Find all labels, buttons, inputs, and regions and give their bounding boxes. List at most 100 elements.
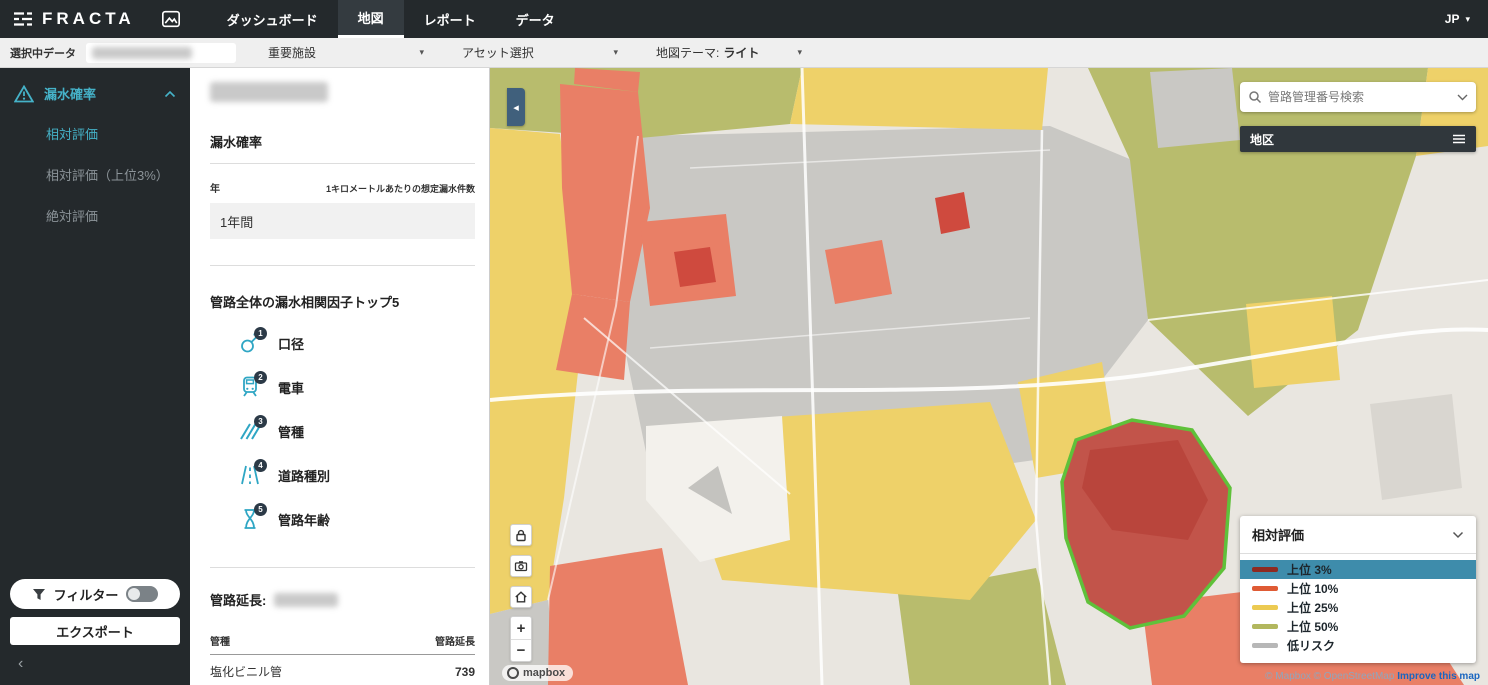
app-root: FRACTA ダッシュボード 地図 レポート データ JP ▾ 選択中データ 重… bbox=[0, 0, 1488, 685]
chevron-down-icon[interactable] bbox=[1457, 94, 1468, 101]
top-nav: FRACTA ダッシュボード 地図 レポート データ JP ▾ bbox=[0, 0, 1488, 38]
pipe-table-header: 管種 管路延長 bbox=[210, 633, 475, 655]
legend-item-lowrisk[interactable]: 低リスク bbox=[1240, 636, 1476, 655]
facility-dropdown[interactable]: 重要施設 ▾ bbox=[262, 44, 430, 61]
chevron-down-icon: ▾ bbox=[419, 48, 424, 57]
legend-item-top10[interactable]: 上位 10% bbox=[1240, 579, 1476, 598]
district-label: 地区 bbox=[1250, 131, 1274, 148]
legend-item-top3[interactable]: 上位 3% bbox=[1240, 560, 1476, 579]
locale-label: JP bbox=[1445, 12, 1460, 26]
chevron-down-icon: ▾ bbox=[613, 48, 618, 57]
image-button[interactable] bbox=[149, 0, 193, 38]
zoom-out-button[interactable]: − bbox=[511, 639, 531, 661]
nav-dashboard[interactable]: ダッシュボード bbox=[207, 0, 338, 38]
improve-map-link[interactable]: Improve this map bbox=[1397, 671, 1480, 682]
filter-button[interactable]: フィルター bbox=[10, 579, 180, 609]
pipe-length-column-header: 管路延長 bbox=[435, 633, 475, 648]
table-row[interactable]: 塩化ビニル管 739 bbox=[210, 655, 475, 685]
sidebar-item-leak-probability[interactable]: 漏水確率 bbox=[0, 68, 190, 113]
lock-button[interactable] bbox=[510, 524, 532, 546]
district-selector[interactable]: 地区 bbox=[1240, 126, 1476, 152]
table-row[interactable]: 1年間 bbox=[210, 203, 475, 239]
divider bbox=[210, 567, 475, 568]
data-toolbar: 選択中データ 重要施設 ▾ アセット選択 ▾ 地図テーマ: ライト ▾ bbox=[0, 38, 1488, 68]
filter-funnel-icon bbox=[32, 588, 46, 601]
lock-icon bbox=[514, 528, 528, 542]
pipe-length-title: 管路延長: bbox=[210, 590, 475, 609]
list-item-diameter: 1 口径 bbox=[210, 321, 475, 365]
divider bbox=[210, 265, 475, 266]
info-panel: 漏水確率 年 1キロメートルあたりの想定漏水件数 1年間 管路全体の漏水相関因子… bbox=[190, 68, 490, 685]
legend-header[interactable]: 相対評価 bbox=[1240, 516, 1476, 554]
mapbox-logo[interactable]: mapbox bbox=[502, 665, 573, 681]
year-column-header: 年 bbox=[210, 180, 220, 195]
brand-name: FRACTA bbox=[42, 9, 135, 29]
factor-list: 1 口径 2 電車 bbox=[210, 321, 475, 541]
sidebar-item-absolute-eval[interactable]: 絶対評価 bbox=[0, 195, 190, 236]
leak-probability-title: 漏水確率 bbox=[210, 132, 475, 164]
theme-label: 地図テーマ: bbox=[656, 44, 719, 61]
legend-swatch bbox=[1252, 567, 1278, 572]
asset-dropdown[interactable]: アセット選択 ▾ bbox=[456, 44, 624, 61]
image-icon bbox=[161, 10, 181, 28]
zoom-controls: + − bbox=[510, 616, 532, 662]
map-attribution: © Mapbox © OpenStreetMap Improve this ma… bbox=[1265, 671, 1480, 682]
chevron-down-icon bbox=[1452, 531, 1464, 539]
screenshot-button[interactable] bbox=[510, 555, 532, 577]
legend-swatch bbox=[1252, 624, 1278, 629]
factors-title: 管路全体の漏水相関因子トップ5 bbox=[210, 292, 475, 311]
mapbox-icon bbox=[507, 667, 519, 679]
nav-data[interactable]: データ bbox=[496, 0, 575, 38]
pipe-type-column-header: 管種 bbox=[210, 633, 230, 648]
export-button[interactable]: エクスポート bbox=[10, 617, 180, 645]
locale-selector[interactable]: JP ▾ bbox=[1427, 0, 1488, 38]
rank-badge: 5 bbox=[254, 503, 267, 516]
rank-badge: 3 bbox=[254, 415, 267, 428]
fracta-logo-icon bbox=[14, 11, 32, 27]
pipe-search-box bbox=[1240, 82, 1476, 112]
filter-toggle[interactable] bbox=[126, 586, 158, 602]
nav-map[interactable]: 地図 bbox=[338, 0, 404, 38]
legend-swatch bbox=[1252, 586, 1278, 591]
list-item-pipe-type: 3 管種 bbox=[210, 409, 475, 453]
camera-icon bbox=[514, 559, 528, 573]
search-input[interactable] bbox=[1268, 90, 1451, 104]
per-km-column-header: 1キロメートルあたりの想定漏水件数 bbox=[326, 182, 475, 195]
rank-badge: 2 bbox=[254, 371, 267, 384]
redacted-value bbox=[92, 47, 192, 59]
sidebar: 漏水確率 相対評価 相対評価（上位3%） 絶対評価 フィルター エクスポート ‹ bbox=[0, 68, 190, 685]
legend-swatch bbox=[1252, 605, 1278, 610]
nav-report[interactable]: レポート bbox=[404, 0, 496, 38]
search-icon bbox=[1248, 90, 1262, 104]
leak-table-header: 年 1キロメートルあたりの想定漏水件数 bbox=[210, 180, 475, 195]
chevron-down-icon: ▾ bbox=[797, 48, 802, 57]
legend-panel: 相対評価 上位 3% 上位 10% 上位 25% bbox=[1240, 516, 1476, 663]
sidebar-leak-label: 漏水確率 bbox=[44, 84, 154, 103]
list-item-pipe-age: 5 管路年齢 bbox=[210, 497, 475, 541]
year-value: 1年間 bbox=[220, 212, 253, 231]
list-item-road-type: 4 道路種別 bbox=[210, 453, 475, 497]
sidebar-collapse-chevron[interactable]: ‹ bbox=[0, 645, 190, 685]
pipe-type-cell: 塩化ビニル管 bbox=[210, 663, 282, 680]
menu-icon bbox=[1452, 134, 1466, 144]
chevron-up-icon bbox=[164, 90, 176, 98]
pipe-length-cell: 739 bbox=[455, 665, 475, 679]
chevron-down-icon: ▾ bbox=[1465, 15, 1470, 24]
main-nav: ダッシュボード 地図 レポート データ bbox=[207, 0, 575, 38]
legend-title: 相対評価 bbox=[1252, 525, 1304, 544]
list-item-train: 2 電車 bbox=[210, 365, 475, 409]
selected-data-dropdown[interactable] bbox=[86, 43, 236, 63]
home-button[interactable] bbox=[510, 586, 532, 608]
rank-badge: 4 bbox=[254, 459, 267, 472]
map-canvas[interactable]: ◂ + − bbox=[490, 68, 1488, 685]
sidebar-item-relative-eval[interactable]: 相対評価 bbox=[0, 113, 190, 154]
zoom-in-button[interactable]: + bbox=[511, 617, 531, 639]
legend-item-top25[interactable]: 上位 25% bbox=[1240, 598, 1476, 617]
rank-badge: 1 bbox=[254, 327, 267, 340]
fracta-logo[interactable]: FRACTA bbox=[0, 0, 149, 38]
legend-item-top50[interactable]: 上位 50% bbox=[1240, 617, 1476, 636]
sidebar-item-relative-eval-top3[interactable]: 相対評価（上位3%） bbox=[0, 154, 190, 195]
map-theme-dropdown[interactable]: 地図テーマ: ライト ▾ bbox=[650, 44, 808, 61]
home-icon bbox=[514, 590, 528, 604]
panel-collapse-button[interactable]: ◂ bbox=[507, 88, 525, 126]
